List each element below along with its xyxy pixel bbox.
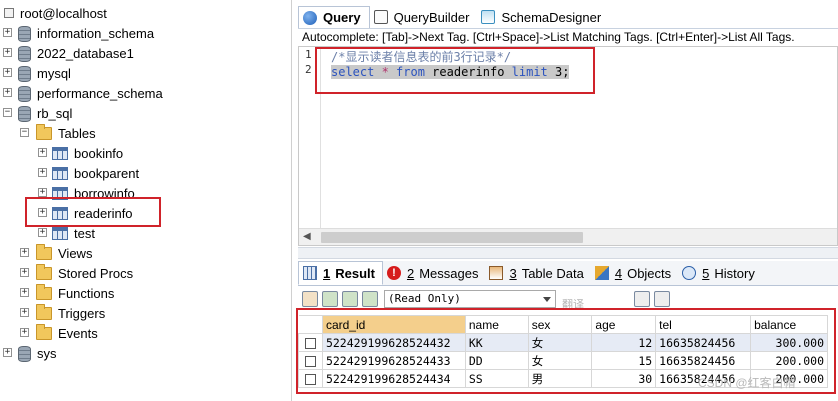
objects-icon [594, 266, 609, 280]
expand-icon[interactable]: + [20, 268, 29, 277]
pane-splitter[interactable] [298, 247, 838, 259]
expand-icon[interactable]: + [3, 68, 12, 77]
paste-icon[interactable] [342, 291, 358, 307]
expand-icon[interactable]: + [3, 48, 12, 57]
tree-table-bookinfo[interactable]: + bookinfo [38, 143, 123, 163]
autocomplete-hint: Autocomplete: [Tab]->Next Tag. [Ctrl+Spa… [298, 28, 838, 45]
expand-icon[interactable]: + [20, 308, 29, 317]
database-icon [18, 26, 31, 42]
scroll-left-icon[interactable]: ◀ [303, 231, 311, 242]
database-icon [18, 86, 31, 102]
table-data-icon [489, 266, 504, 280]
tab-history[interactable]: 5 History [678, 261, 762, 285]
highlight-box [315, 47, 595, 94]
expand-icon[interactable]: + [38, 148, 47, 157]
folder-icon [36, 263, 52, 280]
tree-folder-triggers[interactable]: + Triggers [20, 303, 105, 323]
database-icon [18, 66, 31, 82]
query-icon [303, 10, 317, 25]
table-icon [52, 166, 68, 180]
form-view-icon[interactable] [634, 291, 650, 307]
tab-table-data[interactable]: 3 Table Data [485, 261, 590, 285]
server-icon [4, 8, 14, 18]
folder-icon [36, 303, 52, 320]
scroll-thumb[interactable] [321, 232, 583, 243]
result-tabs: 1 Result ! 2 Messages 3 Table Data 4 Objects… [298, 261, 838, 286]
table-icon [52, 146, 68, 160]
database-icon [18, 106, 31, 122]
expand-icon[interactable]: + [3, 28, 12, 37]
folder-icon [36, 283, 52, 300]
tree-db-performance-schema[interactable]: + performance_schema [0, 83, 163, 103]
refresh-icon[interactable] [362, 291, 378, 307]
folder-icon [36, 243, 52, 260]
tree-table-bookparent[interactable]: + bookparent [38, 163, 139, 183]
table-icon [52, 226, 68, 240]
editor-tabs: Query QueryBuilder SchemaDesigner [298, 6, 838, 28]
expand-icon[interactable]: + [38, 168, 47, 177]
readonly-select[interactable]: (Read Only) [384, 290, 556, 308]
expand-icon[interactable]: + [20, 248, 29, 257]
folder-icon [36, 323, 52, 340]
tree-db-rb-sql[interactable]: − rb_sql [0, 103, 72, 123]
querybuilder-icon [373, 10, 388, 24]
highlight-box [25, 197, 161, 227]
sql-editor[interactable]: 1 2 /*显示读者信息表的前3行记录*/ select * from read… [298, 46, 838, 246]
tab-result[interactable]: 1 Result [298, 261, 383, 285]
collapse-icon[interactable]: − [3, 108, 12, 117]
watermark: CSDN @红客白帽 [698, 376, 796, 390]
schemadesigner-icon [481, 10, 496, 24]
tree-folder-tables[interactable]: − Tables [20, 123, 96, 143]
expand-icon[interactable]: + [38, 188, 47, 197]
tab-messages[interactable]: ! 2 Messages [383, 261, 485, 285]
history-icon [682, 266, 697, 280]
tab-querybuilder[interactable]: QueryBuilder [370, 6, 478, 28]
expand-icon[interactable]: + [38, 228, 47, 237]
tab-schemadesigner[interactable]: SchemaDesigner [477, 6, 609, 28]
tree-folder-views[interactable]: + Views [20, 243, 92, 263]
text-view-icon[interactable] [654, 291, 670, 307]
tree-host-node[interactable]: root@localhost [4, 3, 107, 23]
expand-icon[interactable]: + [3, 88, 12, 97]
tree-folder-events[interactable]: + Events [20, 323, 98, 343]
copy-icon[interactable] [322, 291, 338, 307]
error-icon: ! [386, 266, 401, 280]
collapse-icon[interactable]: − [20, 128, 29, 137]
horizontal-scrollbar[interactable]: ◀ [299, 228, 837, 245]
grid-icon [303, 266, 317, 280]
database-icon [18, 46, 31, 62]
tab-objects[interactable]: 4 Objects [591, 261, 678, 285]
tab-query[interactable]: Query [298, 6, 370, 28]
expand-icon[interactable]: + [3, 348, 12, 357]
folder-icon [36, 123, 52, 140]
tree-db-2022-database1[interactable]: + 2022_database1 [0, 43, 134, 63]
tree-folder-stored-procs[interactable]: + Stored Procs [20, 263, 133, 283]
tree-folder-functions[interactable]: + Functions [20, 283, 114, 303]
database-icon [18, 346, 31, 362]
object-browser: root@localhost + information_schema + 20… [0, 0, 292, 401]
tree-db-information-schema[interactable]: + information_schema [0, 23, 154, 43]
tree-db-mysql[interactable]: + mysql [0, 63, 71, 83]
expand-icon[interactable]: + [20, 328, 29, 337]
tree-db-sys[interactable]: + sys [0, 343, 57, 363]
expand-icon[interactable]: + [20, 288, 29, 297]
export-icon[interactable] [302, 291, 318, 307]
